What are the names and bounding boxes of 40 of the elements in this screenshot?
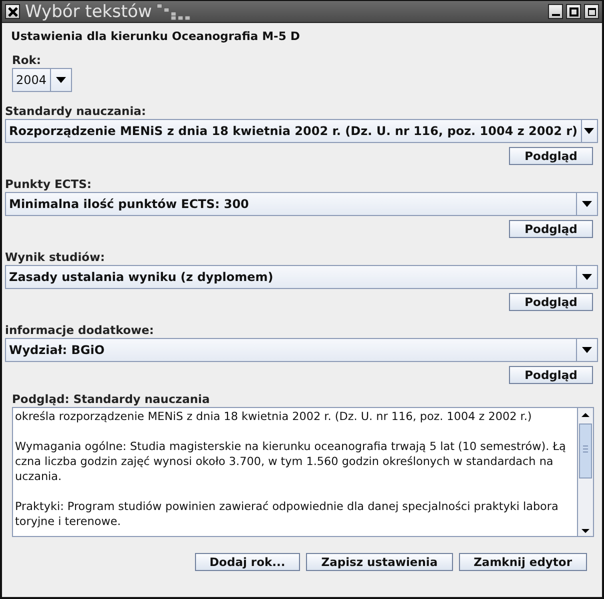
- close-button[interactable]: [5, 4, 20, 19]
- window-title: Wybór tekstów: [25, 2, 152, 22]
- preview-button[interactable]: Podgląd: [509, 366, 593, 384]
- text-dropdown[interactable]: Rozporządzenie MENiS z dnia 18 kwietnia 2002 r. (Dz. U. nr 116, poz. 1004 z 2002 r): [5, 119, 598, 143]
- section-label: Punkty ECTS:: [5, 177, 92, 191]
- text-dropdown[interactable]: Zasady ustalania wyniku (z dyplomem): [5, 265, 598, 289]
- text-line: Wymagania ogólne: Studia magisterskie na kierunku oceanografia trwają 5 lat (10 semestrów). Łą: [15, 439, 567, 454]
- preview-button[interactable]: Podgląd: [509, 220, 593, 238]
- minimize-button[interactable]: [548, 4, 563, 19]
- shade-button[interactable]: [584, 4, 599, 19]
- preview-text-area[interactable]: [12, 407, 594, 537]
- action-button[interactable]: Zamknij edytor: [458, 553, 587, 571]
- preview-title: Podgląd: Standardy nauczania: [12, 392, 211, 406]
- dropdown-arrow-icon: [584, 128, 594, 134]
- dropdown-arrow-icon: [582, 347, 592, 353]
- year-dropdown[interactable]: 2004: [12, 68, 72, 92]
- dropdown-arrow-icon: [582, 274, 592, 280]
- maximize-icon: [568, 6, 578, 16]
- text-line: toryjne i terenowe.: [15, 514, 122, 529]
- maximize-button[interactable]: [566, 4, 581, 19]
- text-line: uczania.: [15, 469, 63, 484]
- action-button[interactable]: Zapisz ustawienia: [306, 553, 453, 571]
- section-label: Standardy nauczania:: [5, 104, 148, 118]
- shade-icon: [586, 6, 596, 16]
- action-button[interactable]: Dodaj rok...: [194, 553, 300, 571]
- text-dropdown[interactable]: Wydział: BGiO: [5, 338, 598, 362]
- minimize-icon: [552, 14, 560, 16]
- section-label: Wynik studiów:: [5, 250, 106, 264]
- text-dropdown[interactable]: Minimalna ilość punktów ECTS: 300: [5, 192, 598, 216]
- text-line: Praktyki: Program studiów powinien zawierać odpowiednie dla danej specjalności praktyki labora: [15, 499, 560, 514]
- year-label: Rok:: [12, 53, 42, 67]
- close-icon: [6, 6, 18, 18]
- dropdown-arrow-icon: [582, 201, 592, 207]
- text-line: czna liczba godzin zajęć wynosi około 3.700, w tym 1.560 godzin określonych w standardach na: [15, 454, 554, 469]
- settings-heading: Ustawienia dla kierunku Oceanografia M-5 D: [11, 29, 301, 43]
- text-line: określa rozporządzenie MENiS z dnia 18 kwietnia 2002 r. (Dz. U. nr 116, poz. 1004 z 2002 r.): [15, 409, 533, 424]
- dropdown-arrow-icon: [56, 77, 66, 83]
- section-label: informacje dodatkowe:: [5, 323, 155, 337]
- preview-button[interactable]: Podgląd: [509, 293, 593, 311]
- preview-button[interactable]: Podgląd: [509, 147, 593, 165]
